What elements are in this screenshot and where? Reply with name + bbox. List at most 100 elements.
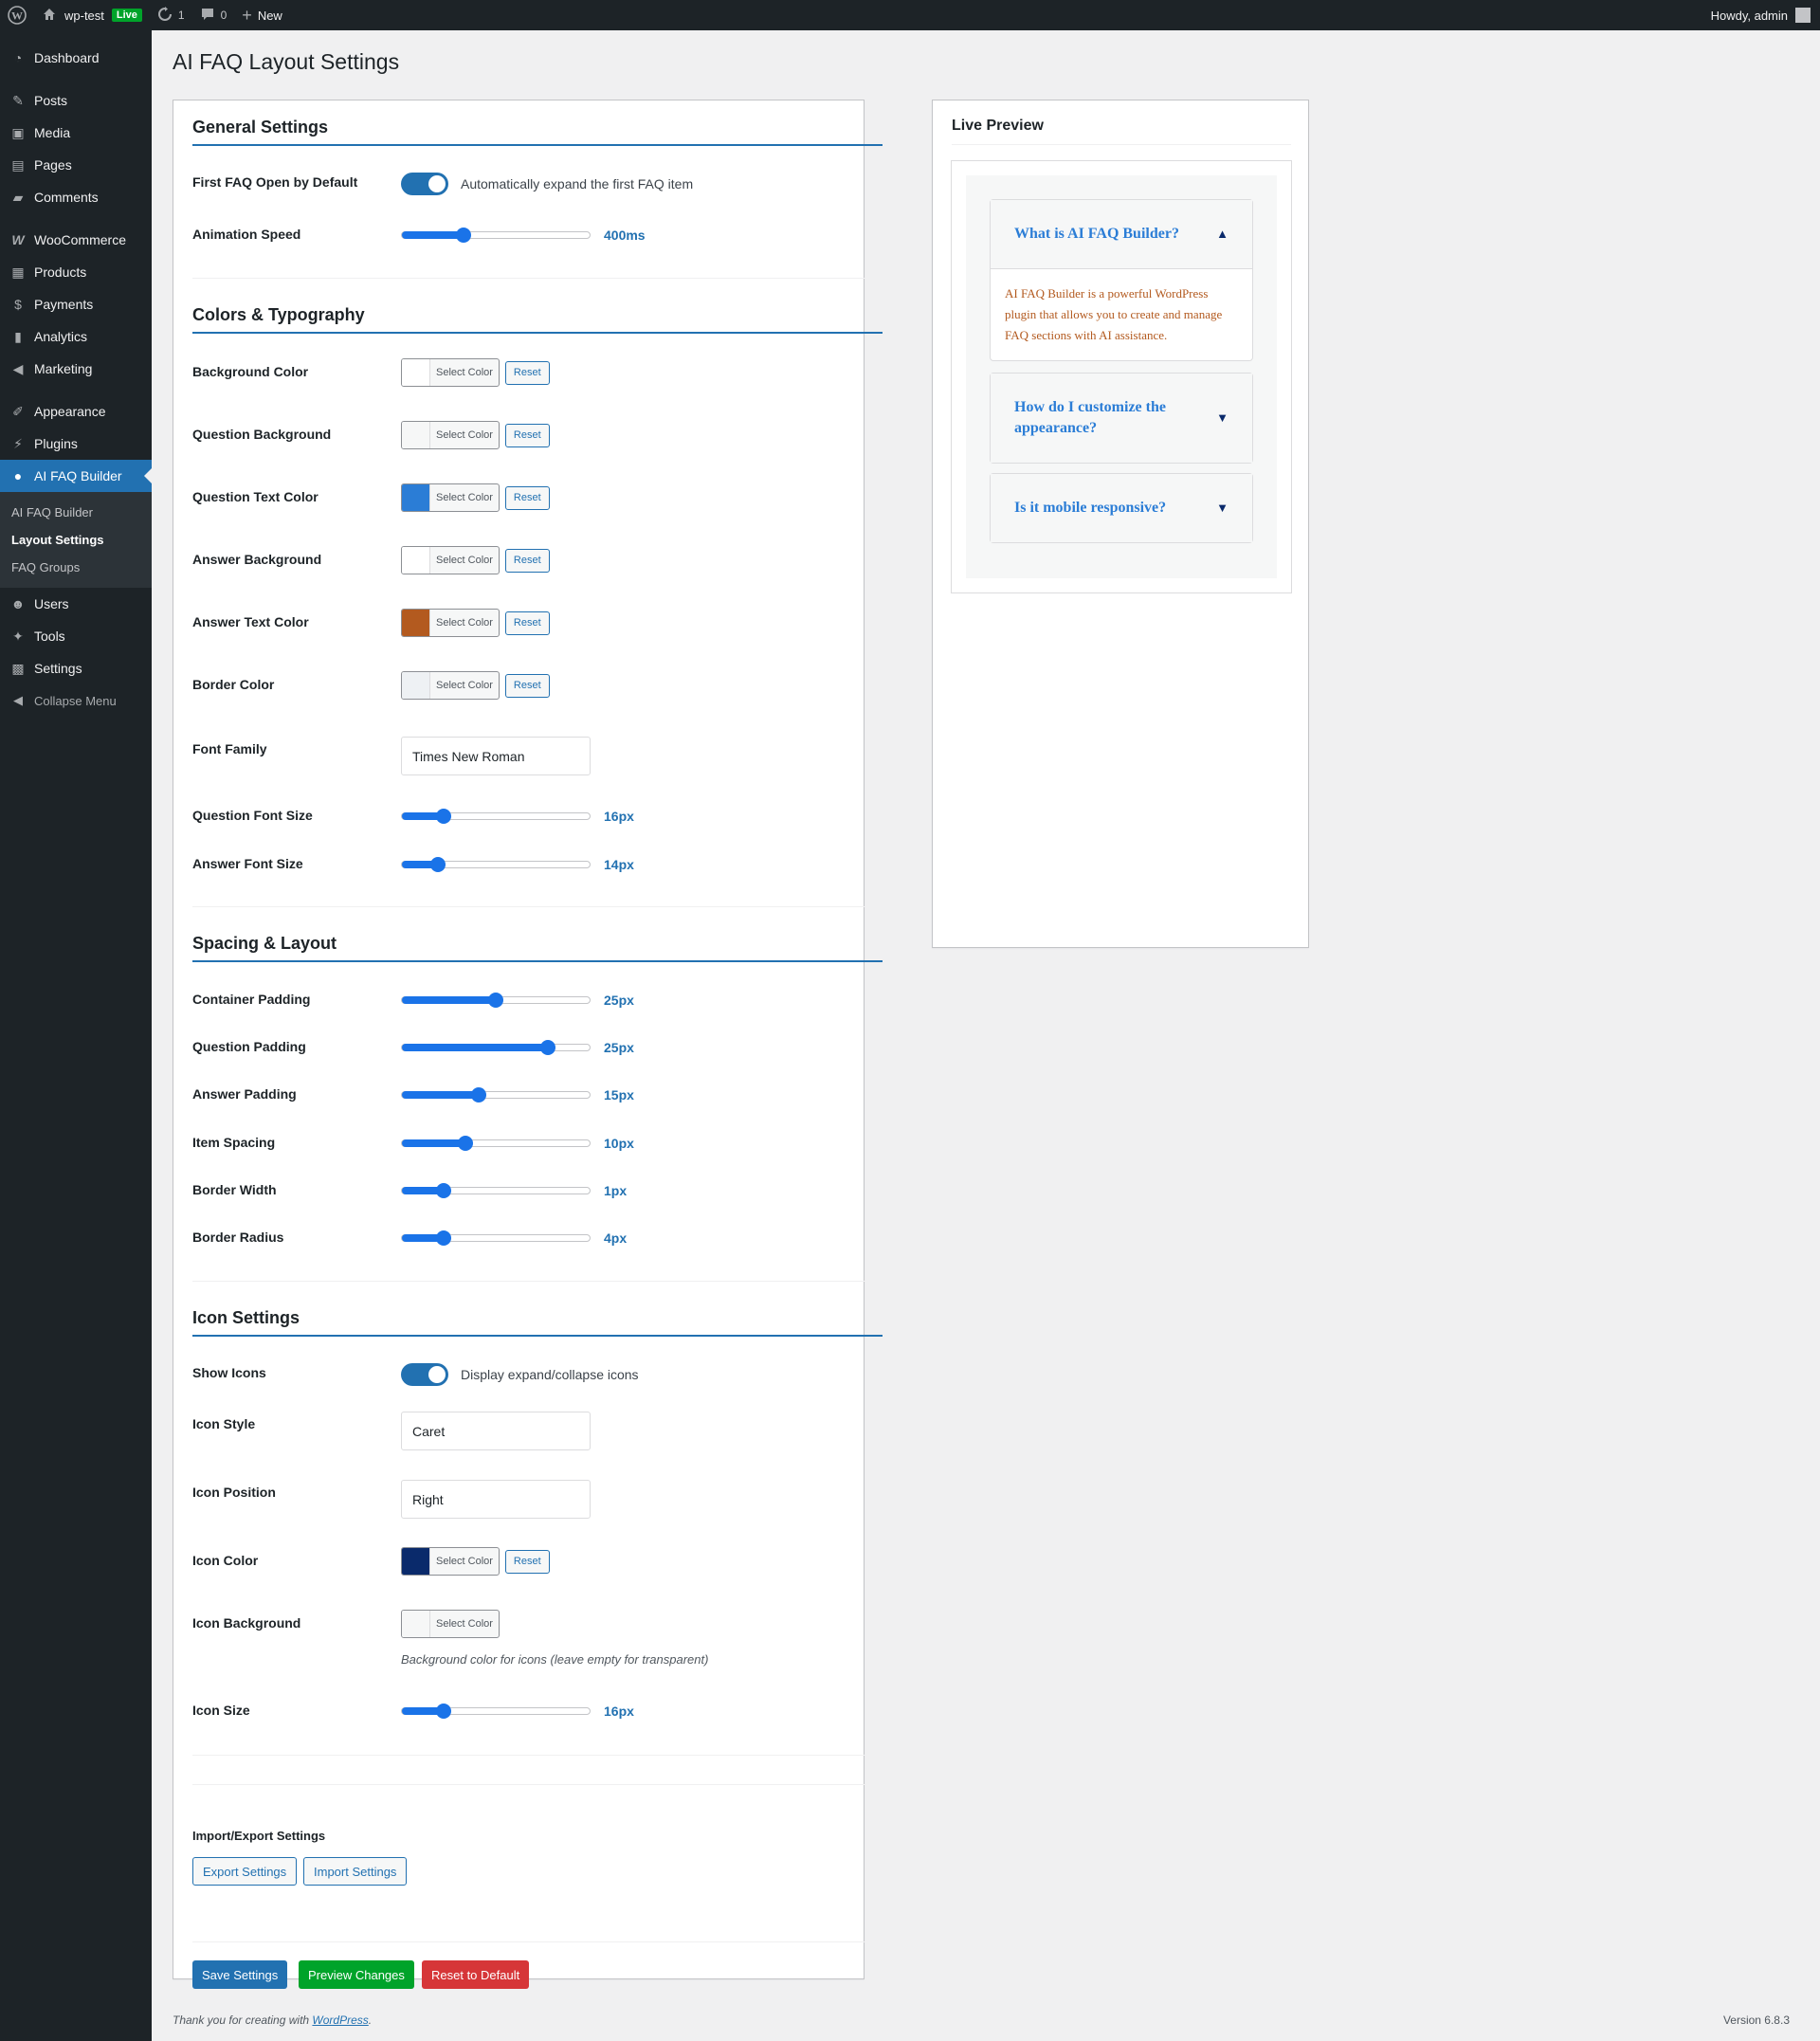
sidebar-item-media[interactable]: ▣ Media (0, 117, 152, 149)
slider-thumb[interactable] (488, 993, 503, 1008)
color-picker[interactable]: Select Color (401, 671, 500, 700)
sidebar-item-marketing[interactable]: ◀ Marketing (0, 353, 152, 385)
color-picker[interactable]: Select Color (401, 609, 500, 637)
icon-position-select[interactable]: Right (401, 1480, 591, 1519)
spacing-slider[interactable] (401, 993, 591, 1008)
spacing-slider[interactable] (401, 1136, 591, 1151)
sidebar-item-appearance[interactable]: ✐ Appearance (0, 395, 152, 428)
show-icons-toggle[interactable] (401, 1363, 448, 1386)
color-reset-button[interactable]: Reset (504, 610, 550, 635)
sidebar-item-users[interactable]: ☻ Users (0, 588, 152, 620)
dashboard-icon: ◔ (13, 50, 23, 65)
submenu-item-layout-settings[interactable]: Layout Settings (0, 526, 152, 554)
sidebar-item-comments[interactable]: ▰ Comments (0, 181, 152, 213)
color-reset-button[interactable]: Reset (504, 423, 550, 447)
woocommerce-icon: W (11, 232, 25, 247)
color-picker[interactable]: Select Color (401, 546, 500, 574)
icon-background-picker[interactable]: Select Color (401, 1610, 500, 1638)
first-faq-open-toggle[interactable] (401, 173, 448, 195)
select-color-text: Select Color (430, 367, 499, 378)
site-name: wp-test (64, 8, 104, 23)
wordpress-logo-icon[interactable]: W (0, 0, 34, 30)
color-reset-button[interactable]: Reset (504, 673, 550, 698)
admin-sidebar: ◔ Dashboard ✎ Posts ▣ Media ▤ Pages ▰ Comment… (0, 30, 152, 2041)
color-picker[interactable]: Select Color (401, 358, 500, 387)
users-icon: ☻ (10, 596, 26, 611)
color-reset-button[interactable]: Reset (504, 548, 550, 573)
sidebar-item-dashboard[interactable]: ◔ Dashboard (0, 42, 152, 74)
color-reset-button[interactable]: Reset (504, 360, 550, 385)
color-swatch (402, 484, 430, 511)
sidebar-item-settings[interactable]: ▩ Settings (0, 652, 152, 684)
sidebar-item-payments[interactable]: $ Payments (0, 288, 152, 320)
icon-size-slider[interactable] (401, 1704, 591, 1719)
question-font-size-slider[interactable] (401, 809, 591, 824)
slider-thumb[interactable] (540, 1040, 556, 1055)
slider-thumb[interactable] (456, 228, 472, 243)
export-settings-button[interactable]: Export Settings (192, 1857, 298, 1886)
icon-style-select[interactable]: Caret (401, 1412, 591, 1450)
new-content-link[interactable]: + New (234, 0, 290, 30)
faq-item[interactable]: How do I customize the appearance? ▼ (990, 373, 1253, 464)
collapse-menu-button[interactable]: ◀ Collapse Menu (0, 684, 152, 717)
spacing-slider[interactable] (401, 1183, 591, 1198)
analytics-icon: ▮ (14, 328, 22, 344)
sidebar-item-woocommerce[interactable]: W WooCommerce (0, 224, 152, 256)
footer-version: Version 6.8.3 (1722, 2014, 1790, 2027)
live-preview-panel: Live Preview What is AI FAQ Builder? ▲ A… (932, 100, 1309, 948)
slider-thumb[interactable] (471, 1087, 487, 1103)
media-icon: ▣ (11, 124, 25, 140)
account-menu[interactable]: Howdy, admin (1703, 0, 1820, 30)
faq-item[interactable]: Is it mobile responsive? ▼ (990, 473, 1253, 543)
wordpress-link[interactable]: WordPress (312, 2014, 368, 2027)
slider-thumb[interactable] (435, 1704, 451, 1719)
comments-icon: ▰ (12, 189, 24, 205)
slider-thumb[interactable] (435, 1230, 451, 1246)
spacing-slider[interactable] (401, 1230, 591, 1246)
slider-thumb[interactable] (458, 1136, 474, 1151)
site-name-link[interactable]: wp-test Live (34, 0, 150, 30)
spacing-slider[interactable] (401, 1040, 591, 1055)
sidebar-item-analytics[interactable]: ▮ Analytics (0, 320, 152, 353)
import-settings-button[interactable]: Import Settings (303, 1857, 408, 1886)
slider-thumb[interactable] (429, 857, 446, 872)
sidebar-item-pages[interactable]: ▤ Pages (0, 149, 152, 181)
section-separator (192, 1784, 883, 1785)
answer-font-size-slider[interactable] (401, 857, 591, 872)
comments-count: 0 (220, 9, 228, 22)
select-color-text: Select Color (430, 1556, 499, 1567)
animation-speed-slider[interactable] (401, 228, 591, 243)
sidebar-item-label: Comments (34, 190, 99, 205)
icon-color-reset-button[interactable]: Reset (504, 1549, 550, 1574)
sidebar-item-posts[interactable]: ✎ Posts (0, 84, 152, 117)
sidebar-item-label: Tools (34, 629, 65, 644)
slider-thumb[interactable] (435, 1183, 451, 1198)
faq-item[interactable]: What is AI FAQ Builder? ▲ AI FAQ Builder… (990, 199, 1253, 361)
sidebar-item-label: Plugins (34, 436, 78, 451)
color-picker[interactable]: Select Color (401, 483, 500, 512)
color-picker[interactable]: Select Color (401, 421, 500, 449)
spacing-slider[interactable] (401, 1087, 591, 1103)
footer-thanks-text: Thank you for creating with (173, 2014, 310, 2027)
faq-question[interactable]: Is it mobile responsive? ▼ (991, 474, 1252, 542)
reset-to-default-button[interactable]: Reset to Default (422, 1960, 530, 1989)
faq-question[interactable]: How do I customize the appearance? ▼ (991, 374, 1252, 463)
comments-link[interactable]: 0 (192, 0, 235, 30)
save-settings-button[interactable]: Save Settings (192, 1960, 288, 1989)
preview-changes-button[interactable]: Preview Changes (299, 1960, 414, 1989)
font-family-select[interactable]: Times New Roman (401, 737, 591, 775)
spacing-label: Item Spacing (192, 1135, 276, 1150)
sidebar-item-label: Pages (34, 157, 72, 173)
sidebar-item-products[interactable]: ▦ Products (0, 256, 152, 288)
slider-thumb[interactable] (435, 809, 451, 824)
faq-question[interactable]: What is AI FAQ Builder? ▲ (991, 200, 1252, 268)
sidebar-item-tools[interactable]: ✦ Tools (0, 620, 152, 652)
sidebar-item-plugins[interactable]: ⚡ Plugins (0, 428, 152, 460)
updates-link[interactable]: 1 (150, 0, 192, 30)
icon-color-picker[interactable]: Select Color (401, 1547, 500, 1576)
submenu-item-ai-faq-builder[interactable]: AI FAQ Builder (0, 499, 152, 526)
color-reset-button[interactable]: Reset (504, 485, 550, 510)
submenu-item-faq-groups[interactable]: FAQ Groups (0, 554, 152, 581)
sidebar-item-ai-faq-builder[interactable]: ● AI FAQ Builder (0, 460, 152, 492)
pin-icon: ✎ (12, 92, 24, 108)
